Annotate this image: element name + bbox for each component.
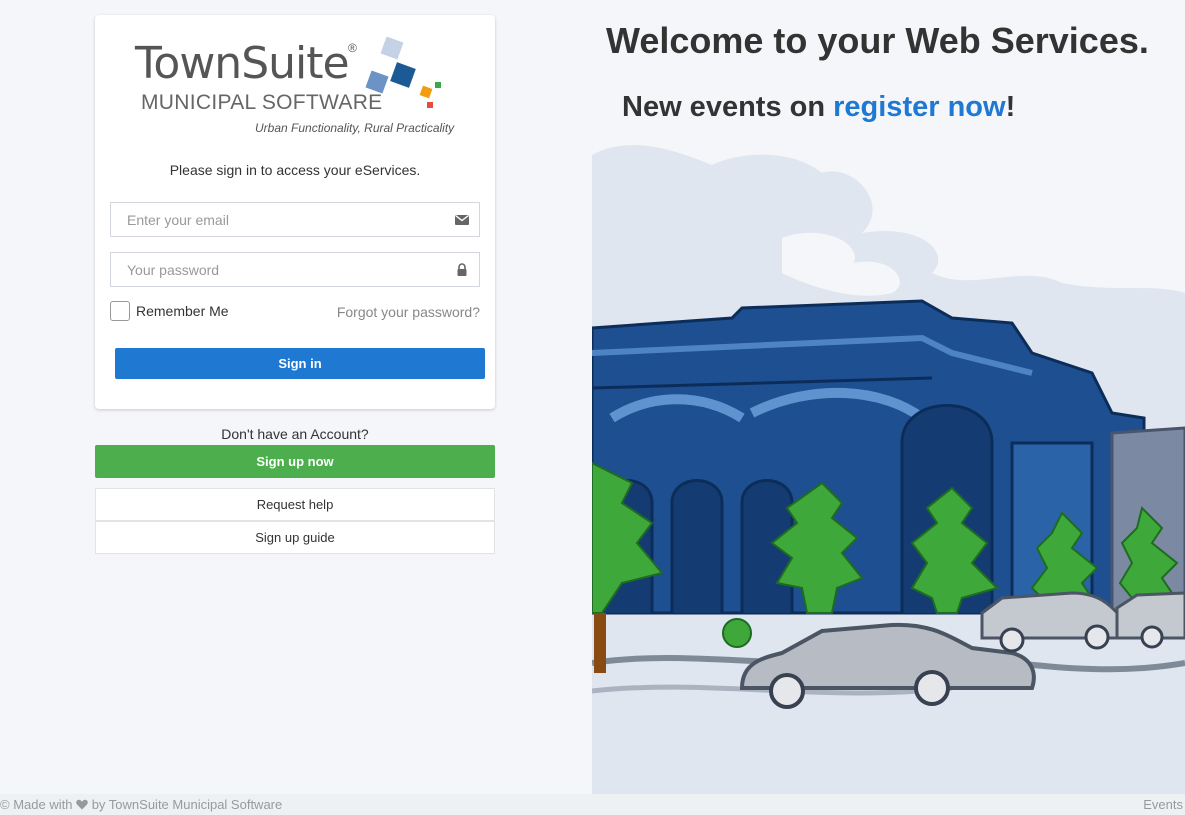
email-input[interactable]: [111, 203, 479, 236]
login-card: TownSuite ® MUNICIPAL SOFTWARE Urban Fun…: [95, 15, 495, 409]
envelope-icon: [455, 214, 469, 225]
news-heading: New events on register now!: [622, 91, 1015, 124]
welcome-heading: Welcome to your Web Services.: [606, 20, 1149, 61]
footer-credit: © Made with by TownSuite Municipal Softw…: [0, 794, 592, 815]
footer-made-suffix: by TownSuite Municipal Software: [91, 797, 283, 812]
no-account-prompt: Don't have an Account?: [221, 426, 369, 442]
logo-tagline: Urban Functionality, Rural Practicality: [255, 121, 455, 135]
sign-up-button[interactable]: Sign up now: [95, 445, 495, 478]
footer-made-prefix: © Made with: [0, 797, 73, 812]
logo-wordmark: TownSuite: [135, 38, 350, 89]
email-field-wrapper: [110, 202, 480, 237]
footer-right: Events: [592, 794, 1185, 815]
events-link[interactable]: Events: [1143, 797, 1183, 812]
townsuite-logo: TownSuite ® MUNICIPAL SOFTWARE Urban Fun…: [135, 27, 465, 139]
news-suffix: !: [1005, 91, 1016, 123]
logo-registered-mark: ®: [348, 41, 357, 55]
remember-me[interactable]: Remember Me: [110, 301, 229, 321]
forgot-password-link[interactable]: Forgot your password?: [337, 304, 480, 320]
logo-squares-graphic: [365, 37, 441, 108]
town-hall-drawing: [592, 143, 1185, 794]
register-now-link[interactable]: register now: [833, 91, 1005, 123]
lock-icon: [457, 263, 467, 276]
signin-intro: Please sign in to access your eServices.: [169, 162, 421, 178]
news-prefix: New events on: [622, 91, 834, 123]
remember-me-checkbox[interactable]: [110, 301, 130, 321]
request-help-button[interactable]: Request help: [95, 488, 495, 521]
password-field-wrapper: [110, 252, 480, 287]
password-input[interactable]: [111, 253, 479, 286]
sign-in-button[interactable]: Sign in: [115, 348, 485, 379]
remember-me-label: Remember Me: [136, 303, 229, 319]
heart-icon: [76, 799, 88, 810]
logo-subtitle: MUNICIPAL SOFTWARE: [141, 91, 383, 114]
sign-up-guide-button[interactable]: Sign up guide: [95, 521, 495, 554]
town-hall-illustration: [592, 143, 1185, 794]
